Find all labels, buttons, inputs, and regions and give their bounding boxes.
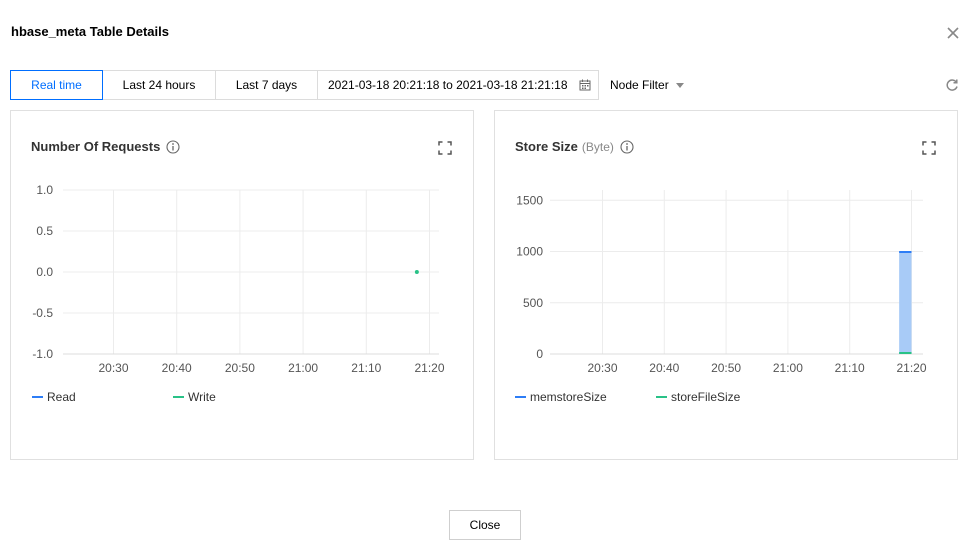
requests-chart: 1.0 0.5 0.0 -0.5 -1.0 20:30 20:40 20:50 21:00 21:… bbox=[32, 183, 445, 375]
y-tick-label: 500 bbox=[523, 296, 543, 310]
x-tick-label: 20:30 bbox=[587, 361, 617, 375]
y-tick-label: 0 bbox=[536, 347, 543, 361]
legend-label-storefilesize: storeFileSize bbox=[671, 390, 741, 404]
x-tick-label: 21:00 bbox=[288, 361, 318, 375]
y-tick-label: 1.0 bbox=[36, 183, 53, 197]
date-range-picker[interactable]: 2021-03-18 20:21:18 to 2021-03-18 21:21:… bbox=[318, 70, 599, 100]
refresh-icon[interactable] bbox=[944, 77, 960, 93]
store-size-chart-panel: Store Size (Byte) 1500 1000 500 0 20:30 20:40… bbox=[494, 110, 958, 460]
y-tick-label: 0.0 bbox=[36, 265, 53, 279]
x-tick-label: 20:40 bbox=[649, 361, 679, 375]
legend-storefilesize[interactable]: storeFileSize bbox=[656, 390, 740, 404]
tab-last-24-hours[interactable]: Last 24 hours bbox=[103, 70, 216, 100]
x-tick-label: 20:40 bbox=[162, 361, 192, 375]
x-tick-label: 20:30 bbox=[98, 361, 128, 375]
y-tick-label: 0.5 bbox=[36, 224, 53, 238]
legend-read[interactable]: Read bbox=[32, 390, 76, 404]
date-range-value: 2021-03-18 20:21:18 to 2021-03-18 21:21:… bbox=[328, 78, 568, 92]
x-tick-label: 21:00 bbox=[773, 361, 803, 375]
tab-last-7-days[interactable]: Last 7 days bbox=[216, 70, 318, 100]
x-tick-label: 21:20 bbox=[896, 361, 926, 375]
store-size-chart: 1500 1000 500 0 20:30 20:40 20:50 21:00 21:10 21:… bbox=[516, 190, 927, 375]
x-tick-label: 20:50 bbox=[711, 361, 741, 375]
requests-chart-panel: Number Of Requests 1.0 0.5 0.0 -0.5 -1.0 20:3… bbox=[10, 110, 474, 460]
chevron-down-icon bbox=[675, 82, 684, 88]
tab-real-time[interactable]: Real time bbox=[10, 70, 103, 100]
legend-write[interactable]: Write bbox=[173, 390, 216, 404]
time-range-toolbar: Real time Last 24 hours Last 7 days 2021… bbox=[10, 70, 599, 100]
legend-swatch bbox=[515, 396, 526, 398]
x-tick-label: 21:20 bbox=[414, 361, 444, 375]
x-tick-label: 21:10 bbox=[835, 361, 865, 375]
node-filter-dropdown[interactable]: Node Filter bbox=[610, 78, 684, 92]
x-tick-label: 21:10 bbox=[351, 361, 381, 375]
node-filter-label: Node Filter bbox=[610, 78, 669, 92]
legend-label-memstoresize: memstoreSize bbox=[530, 390, 607, 404]
dialog-title: hbase_meta Table Details bbox=[11, 24, 169, 39]
legend-swatch bbox=[656, 396, 667, 398]
close-button[interactable]: Close bbox=[449, 510, 521, 540]
x-tick-label: 20:50 bbox=[225, 361, 255, 375]
calendar-icon bbox=[579, 79, 591, 91]
area-memstoresize bbox=[899, 252, 912, 354]
legend-label-read: Read bbox=[47, 390, 76, 404]
y-tick-label: -0.5 bbox=[32, 306, 53, 320]
y-tick-label: -1.0 bbox=[32, 347, 53, 361]
y-tick-label: 1000 bbox=[516, 245, 543, 259]
legend-swatch bbox=[173, 396, 184, 398]
y-tick-label: 1500 bbox=[516, 193, 543, 207]
legend-memstoresize[interactable]: memstoreSize bbox=[515, 390, 607, 404]
legend-swatch bbox=[32, 396, 43, 398]
data-point-write bbox=[414, 270, 419, 274]
close-icon[interactable] bbox=[944, 24, 962, 42]
legend-label-write: Write bbox=[188, 390, 216, 404]
